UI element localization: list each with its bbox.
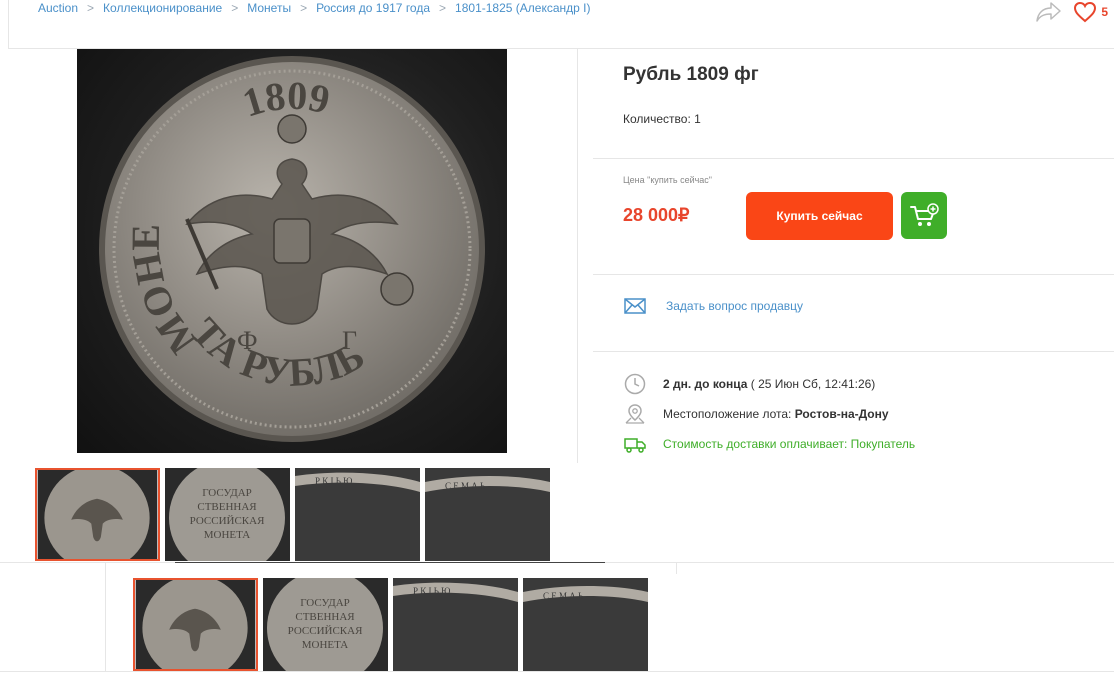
reverse-line-1: ГОСУДАР <box>202 487 252 499</box>
breadcrumb-coins[interactable]: Монеты <box>247 1 291 15</box>
divider <box>0 671 1114 672</box>
lot-quantity: Количество: 1 <box>623 112 701 126</box>
delivery-row: Стоимость доставки оплачивает: Покупател… <box>624 433 915 455</box>
thumbnail-reverse[interactable]: ГОСУДАР СТВЕННАЯ РОССИЙСКАЯ МОНЕТА <box>165 468 290 561</box>
reverse-line-4: МОНЕТА <box>204 529 251 541</box>
breadcrumb-auction[interactable]: Auction <box>38 1 78 15</box>
truck-icon <box>624 438 646 453</box>
breadcrumb-1801-1825[interactable]: 1801-1825 (Александр I) <box>455 1 590 15</box>
reverse-line-3: РОССИЙСКАЯ <box>288 625 364 637</box>
thumbnail-edge-2[interactable]: С Е М А Ь <box>523 578 648 671</box>
breadcrumb: Auction > Коллекционирование > Монеты > … <box>38 1 591 15</box>
thumbnail-edge-1[interactable]: Р К І Ь Ю <box>393 578 518 671</box>
main-coin-image[interactable]: 1809 МОНЕ ТА РУБЛЬ Ф Г <box>77 49 507 453</box>
reverse-line-1: ГОСУДАР <box>300 597 350 609</box>
thumbnail-edge-1[interactable]: Р К І Ь Ю <box>295 468 420 561</box>
location-value: Ростов-на-Дону <box>794 407 889 421</box>
buy-now-button[interactable]: Купить сейчас <box>746 192 893 240</box>
favorites-count: 5 <box>1101 5 1108 19</box>
location-label: Местоположение лота: <box>663 407 795 421</box>
reverse-line-4: МОНЕТА <box>302 639 349 651</box>
page: Auction > Коллекционирование > Монеты > … <box>0 0 1114 678</box>
add-to-cart-button[interactable] <box>901 192 947 239</box>
divider <box>593 158 1114 159</box>
lot-title: Рубль 1809 фг <box>623 64 759 85</box>
reverse-line-3: РОССИЙСКАЯ <box>190 515 266 527</box>
top-actions: 5 <box>1035 0 1108 24</box>
cart-plus-icon <box>910 202 939 226</box>
time-left-row: 2 дн. до конца ( 25 Июн Сб, 12:41:26) <box>624 373 875 395</box>
breadcrumb-collecting[interactable]: Коллекционирование <box>103 1 222 15</box>
divider <box>593 274 1114 275</box>
delivery-info: Стоимость доставки оплачивает: Покупател… <box>663 437 916 451</box>
breadcrumb-russia-1917[interactable]: Россия до 1917 года <box>316 1 430 15</box>
location-row: Местоположение лота: Ростов-на-Дону <box>624 403 889 425</box>
time-left: 2 дн. до конца <box>663 377 748 391</box>
thumbnail-reverse[interactable]: ГОСУДАР СТВЕННАЯ РОССИЙСКАЯ МОНЕТА <box>263 578 388 671</box>
ask-seller-link[interactable]: Задать вопрос продавцу <box>666 299 803 313</box>
mint-mark-f: Ф <box>237 326 258 355</box>
divider <box>676 562 677 574</box>
share-icon[interactable] <box>1035 0 1063 24</box>
divider <box>8 0 9 48</box>
divider <box>577 48 578 463</box>
edge-text-1: Р К І Ь Ю <box>413 586 450 596</box>
heart-icon <box>1074 1 1097 23</box>
envelope-icon <box>624 298 646 314</box>
mint-mark-g: Г <box>342 326 357 355</box>
divider <box>593 351 1114 352</box>
reverse-line-2: СТВЕННАЯ <box>197 501 257 513</box>
clock-icon <box>624 373 646 395</box>
edge-text-1: Р К І Ь Ю <box>315 476 352 486</box>
favorite-button[interactable]: 5 <box>1073 1 1108 23</box>
reverse-line-2: СТВЕННАЯ <box>295 611 355 623</box>
thumbnail-obverse[interactable] <box>133 578 258 671</box>
ask-seller-row: Задать вопрос продавцу <box>624 298 803 314</box>
end-time: ( 25 Июн Сб, 12:41:26) <box>747 377 876 391</box>
thumbnail-obverse[interactable] <box>35 468 160 561</box>
divider <box>175 562 605 563</box>
price-label: Цена "купить сейчас" <box>623 175 713 185</box>
thumbnail-edge-2[interactable]: С Е М А Ь <box>425 468 550 561</box>
divider <box>105 562 106 672</box>
edge-text-2: С Е М А Ь <box>445 481 485 491</box>
map-pin-icon <box>625 404 645 424</box>
price-value: 28 000₽ <box>623 205 690 225</box>
edge-text-2: С Е М А Ь <box>543 591 583 601</box>
